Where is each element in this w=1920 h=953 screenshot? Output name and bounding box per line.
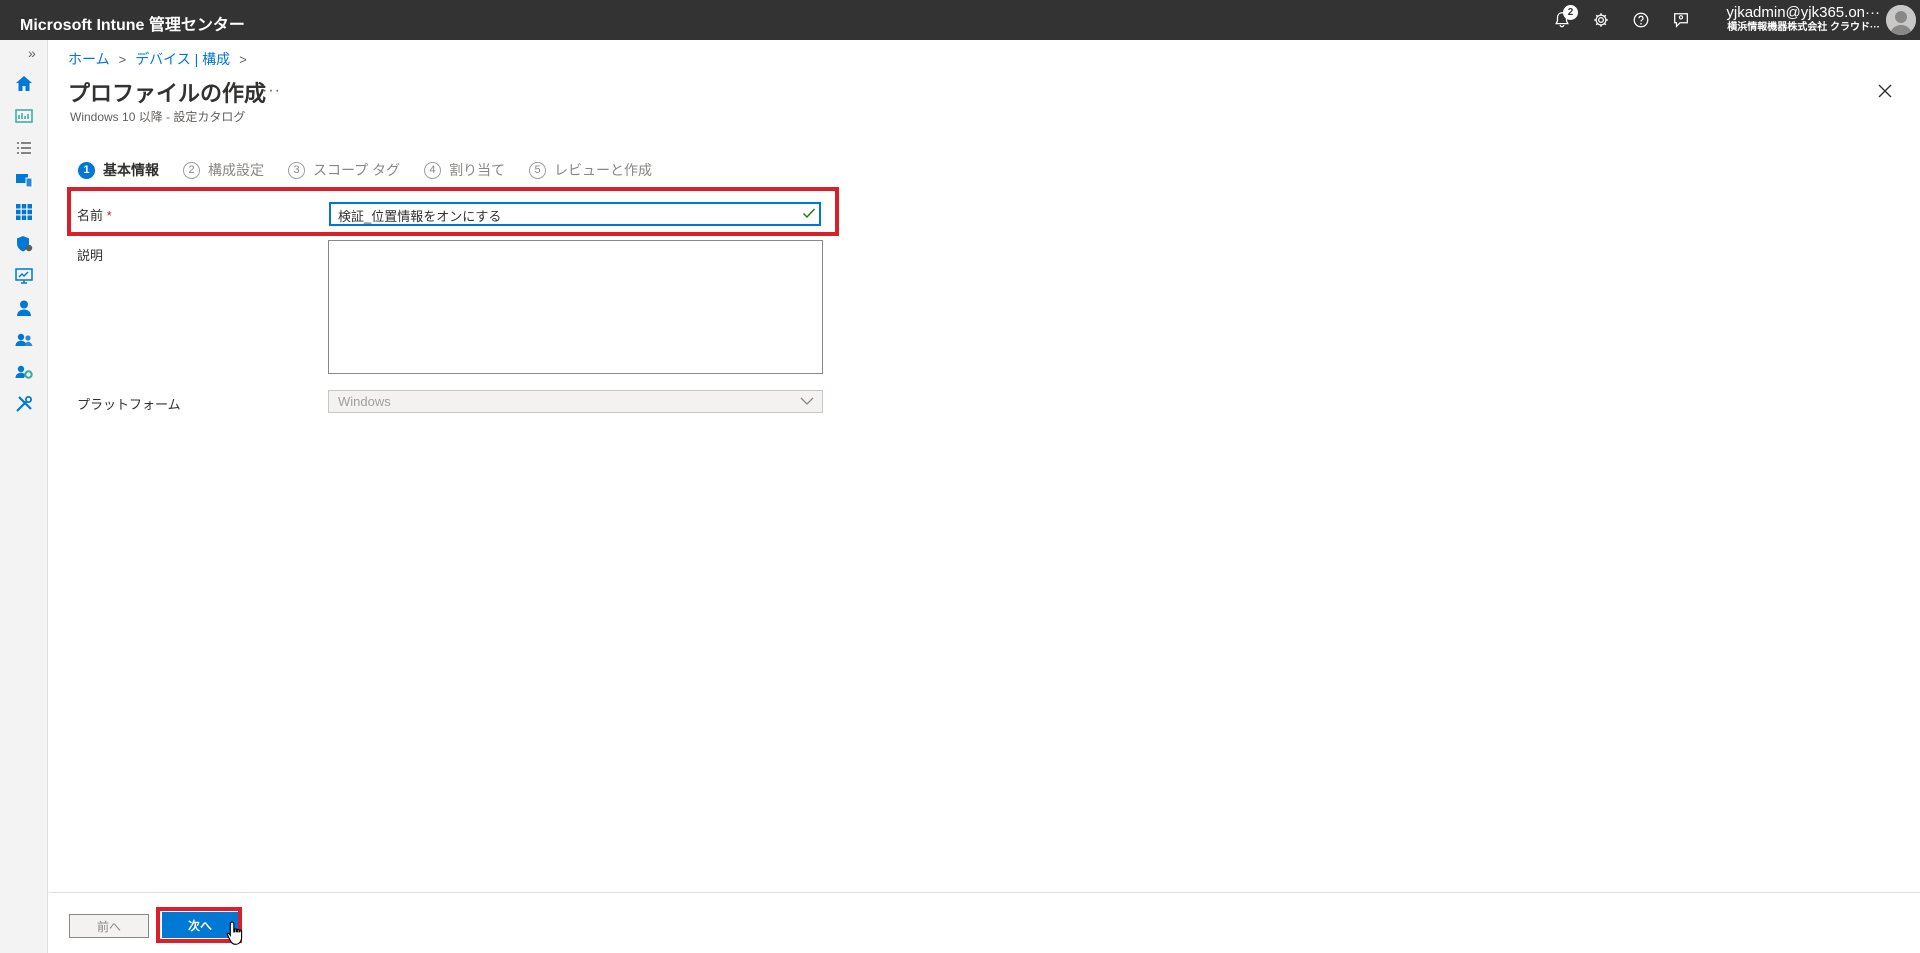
gear-icon	[1594, 13, 1608, 27]
nav-endpoint-security[interactable]	[12, 232, 36, 256]
nav-groups[interactable]	[12, 328, 36, 352]
step-label: 基本情報	[103, 162, 159, 178]
step-review-create[interactable]: 5 レビューと作成	[529, 160, 652, 180]
hand-cursor-icon	[226, 921, 243, 945]
notification-badge: 2	[1563, 5, 1578, 20]
nav-all-services[interactable]	[12, 136, 36, 160]
name-input[interactable]	[329, 202, 821, 226]
step-label: レビューと作成	[554, 162, 653, 178]
step-configuration-settings[interactable]: 2 構成設定	[183, 160, 264, 180]
step-label: 構成設定	[208, 162, 264, 178]
step-scope-tags[interactable]: 3 スコープ タグ	[288, 160, 400, 180]
chevron-down-icon	[800, 397, 814, 405]
breadcrumb-home-link[interactable]: ホーム	[68, 49, 110, 69]
nav-devices[interactable]	[12, 168, 36, 192]
footer-bar	[49, 892, 1920, 953]
tenant-admin-icon	[15, 365, 33, 379]
endpoint-security-icon	[17, 236, 33, 252]
app-title[interactable]: Microsoft Intune 管理センター	[20, 11, 245, 35]
platform-select[interactable]: Windows	[328, 390, 823, 413]
page-title: プロファイルの作成	[68, 81, 267, 106]
more-options-button[interactable]: ···	[262, 82, 281, 100]
nav-reports[interactable]	[12, 264, 36, 288]
step-assignments[interactable]: 4 割り当て	[424, 160, 505, 180]
step-number: 5	[529, 161, 547, 179]
wizard-steps: 1 基本情報 2 構成設定 3 スコープ タグ 4 割り当て 5 レビューと作成	[78, 160, 676, 180]
dashboard-icon	[15, 109, 33, 123]
close-icon	[1878, 84, 1892, 98]
help-icon	[1633, 12, 1649, 28]
nav-troubleshooting[interactable]	[12, 392, 36, 416]
step-basics[interactable]: 1 基本情報	[78, 160, 159, 180]
user-avatar-icon	[1886, 5, 1916, 35]
feedback-icon	[1674, 13, 1688, 28]
page-subtitle: Windows 10 以降 - 設定カタログ	[70, 110, 246, 124]
account-info[interactable]: yjkadmin@yjk365.on··· 横浜情報機器株式会社 クラウド···	[1716, 4, 1880, 34]
apps-icon	[16, 204, 32, 220]
close-button[interactable]	[1874, 80, 1896, 102]
step-number: 4	[424, 161, 442, 179]
top-bar: Microsoft Intune 管理センター 2 yjkadmin@yjk36…	[0, 0, 1920, 40]
description-label: 説明	[77, 248, 104, 263]
account-organization: 横浜情報機器株式会社 クラウド···	[1727, 22, 1880, 33]
chevron-right-icon: >	[239, 51, 247, 67]
users-icon	[17, 300, 31, 316]
help-button[interactable]	[1629, 8, 1653, 32]
avatar[interactable]	[1886, 5, 1916, 35]
feedback-button[interactable]	[1669, 8, 1693, 32]
name-label: 名前 *	[77, 205, 112, 224]
nav-dashboard[interactable]	[12, 104, 36, 128]
breadcrumb: ホーム > デバイス | 構成 >	[68, 49, 256, 69]
breadcrumb-devices-config-link[interactable]: デバイス | 構成	[135, 49, 230, 69]
home-icon	[16, 76, 32, 91]
step-number: 1	[78, 161, 95, 179]
reports-icon	[15, 268, 33, 284]
nav-apps[interactable]	[12, 200, 36, 224]
name-label-text: 名前	[77, 208, 104, 223]
description-textarea[interactable]	[328, 240, 823, 374]
groups-icon	[15, 333, 33, 346]
chevron-right-icon: >	[118, 51, 127, 67]
step-label: スコープ タグ	[313, 162, 401, 178]
previous-button[interactable]: 前へ	[69, 914, 149, 938]
step-number: 2	[183, 161, 200, 179]
step-number: 3	[288, 161, 305, 179]
step-label: 割り当て	[449, 162, 506, 178]
required-mark: *	[106, 208, 112, 223]
left-nav-rail: »	[0, 40, 48, 953]
nav-tenant-admin[interactable]	[12, 360, 36, 384]
nav-home[interactable]	[12, 72, 36, 96]
notifications-button[interactable]: 2	[1550, 5, 1578, 32]
nav-users[interactable]	[12, 296, 36, 320]
checkmark-icon	[803, 208, 816, 219]
expand-nav-button[interactable]: »	[28, 45, 36, 61]
account-email: yjkadmin@yjk365.on···	[1726, 4, 1880, 21]
devices-icon	[16, 174, 33, 188]
platform-label: プラットフォーム	[77, 397, 181, 412]
all-services-icon	[17, 142, 31, 154]
troubleshooting-icon	[16, 396, 32, 412]
settings-button[interactable]	[1589, 8, 1613, 32]
